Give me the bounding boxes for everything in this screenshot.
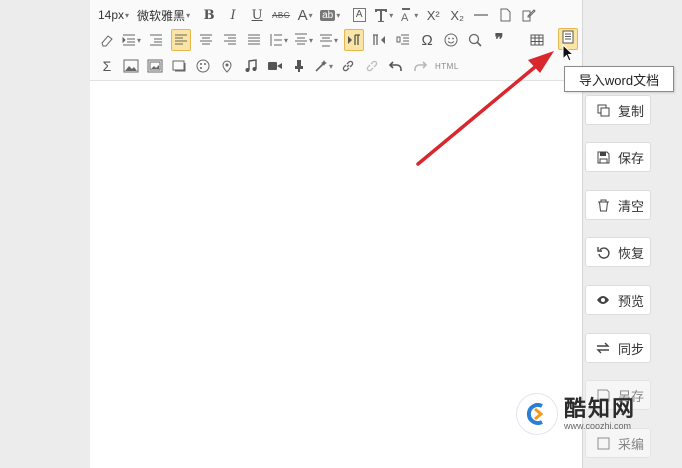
special-chars-button[interactable]: Ω — [418, 30, 436, 50]
line-height-icon[interactable] — [269, 30, 288, 50]
sync-icon — [596, 341, 610, 355]
preview-label: 预览 — [618, 293, 645, 309]
horizontal-line-icon[interactable] — [472, 5, 490, 25]
font-color-label: A — [297, 6, 308, 24]
emoticon-icon[interactable] — [442, 30, 460, 50]
left-margin — [0, 0, 90, 468]
eraser-icon[interactable] — [98, 30, 116, 50]
sync-button[interactable]: 同步 — [585, 333, 651, 363]
scrawl-icon[interactable] — [194, 56, 212, 76]
bg-color-label: ab — [320, 9, 336, 21]
link-icon[interactable] — [339, 56, 357, 76]
text-box-button[interactable]: A — [350, 5, 368, 25]
indent-icon[interactable] — [122, 30, 141, 50]
sync-label: 同步 — [618, 341, 645, 357]
outdent-icon[interactable] — [147, 30, 165, 50]
watermark-logo-icon — [516, 393, 558, 435]
clear-button[interactable]: 清空 — [585, 190, 651, 220]
text-style-icon[interactable] — [374, 5, 393, 25]
html-source-button[interactable]: HTML — [435, 56, 459, 76]
font-color-button[interactable]: A — [296, 5, 314, 25]
unlink-icon[interactable] — [363, 56, 381, 76]
save-button[interactable]: 保存 — [585, 142, 651, 172]
align-center-icon[interactable] — [197, 30, 215, 50]
restore-button[interactable]: 恢复 — [585, 237, 651, 267]
tooltip-text: 导入word文档 — [578, 72, 660, 88]
toolbar-row-1: 14px 微软雅黑 B I U ABC A ab A A X² X₂ — [98, 3, 544, 27]
eye-icon — [596, 293, 610, 307]
map-icon[interactable] — [218, 56, 236, 76]
align-right-icon[interactable] — [221, 30, 239, 50]
music-icon[interactable] — [242, 56, 260, 76]
formula-button[interactable]: Σ — [98, 56, 116, 76]
font-family-select[interactable]: 微软雅黑 — [137, 5, 190, 25]
toolbar-row-2: Ω ❞ — [98, 28, 552, 52]
strikethrough-button[interactable]: ABC — [272, 5, 290, 25]
copy-label: 复制 — [618, 103, 645, 119]
ltr-direction-icon[interactable] — [344, 29, 365, 51]
restore-label: 恢复 — [618, 245, 645, 261]
underline-button[interactable]: U — [248, 5, 266, 25]
magic-wand-icon[interactable] — [314, 56, 333, 76]
new-document-icon[interactable] — [496, 5, 514, 25]
text-flow-icon[interactable] — [394, 30, 412, 50]
bold-button[interactable]: B — [200, 5, 218, 25]
copy-button[interactable]: 复制 — [585, 95, 651, 125]
italic-button[interactable]: I — [224, 5, 242, 25]
multi-image-icon[interactable] — [146, 56, 164, 76]
trash-icon — [596, 198, 610, 212]
font-size-adjust-icon[interactable]: A — [399, 5, 418, 25]
restore-icon — [596, 245, 610, 259]
paragraph-spacing-bottom-icon[interactable] — [319, 30, 338, 50]
subscript-button[interactable]: X₂ — [448, 5, 466, 25]
save-icon — [596, 150, 610, 164]
video-icon[interactable] — [266, 56, 284, 76]
blockquote-button[interactable]: ❞ — [490, 30, 508, 50]
tooltip: 导入word文档 — [564, 66, 674, 92]
watermark-url: www.coozhi.com — [564, 421, 632, 431]
background-color-button[interactable]: ab — [320, 5, 340, 25]
font-family-value: 微软雅黑 — [137, 8, 186, 23]
rich-text-editor: 14px 微软雅黑 B I U ABC A ab A A X² X₂ — [90, 0, 583, 468]
redo-icon[interactable] — [411, 56, 429, 76]
undo-icon[interactable] — [387, 56, 405, 76]
font-size-select[interactable]: 14px — [98, 5, 129, 25]
rtl-direction-icon[interactable] — [370, 30, 388, 50]
preview-button[interactable]: 预览 — [585, 285, 651, 315]
align-left-icon[interactable] — [171, 29, 192, 51]
superscript-button[interactable]: X² — [424, 5, 442, 25]
editor-content-area[interactable] — [90, 81, 582, 468]
watermark: 酷知网 www.coozhi.com — [516, 386, 682, 442]
insert-table-icon[interactable] — [528, 30, 546, 50]
font-size-value: 14px — [98, 8, 125, 22]
svg-text:A: A — [401, 12, 409, 22]
align-justify-icon[interactable] — [245, 30, 263, 50]
frame-icon[interactable] — [170, 56, 188, 76]
edit-document-icon[interactable] — [520, 5, 538, 25]
format-brush-icon[interactable] — [290, 56, 308, 76]
clear-label: 清空 — [618, 198, 645, 214]
mouse-cursor-icon — [562, 43, 575, 67]
search-replace-icon[interactable] — [466, 30, 484, 50]
watermark-title: 酷知网 — [564, 396, 637, 421]
save-label: 保存 — [618, 150, 645, 166]
editor-toolbar: 14px 微软雅黑 B I U ABC A ab A A X² X₂ — [90, 0, 582, 81]
paragraph-spacing-top-icon[interactable] — [294, 30, 313, 50]
copy-icon — [596, 103, 610, 117]
text-box-label: A — [352, 8, 366, 22]
toolbar-row-3: Σ ▾ HTML — [98, 54, 465, 78]
image-icon[interactable] — [122, 56, 140, 76]
